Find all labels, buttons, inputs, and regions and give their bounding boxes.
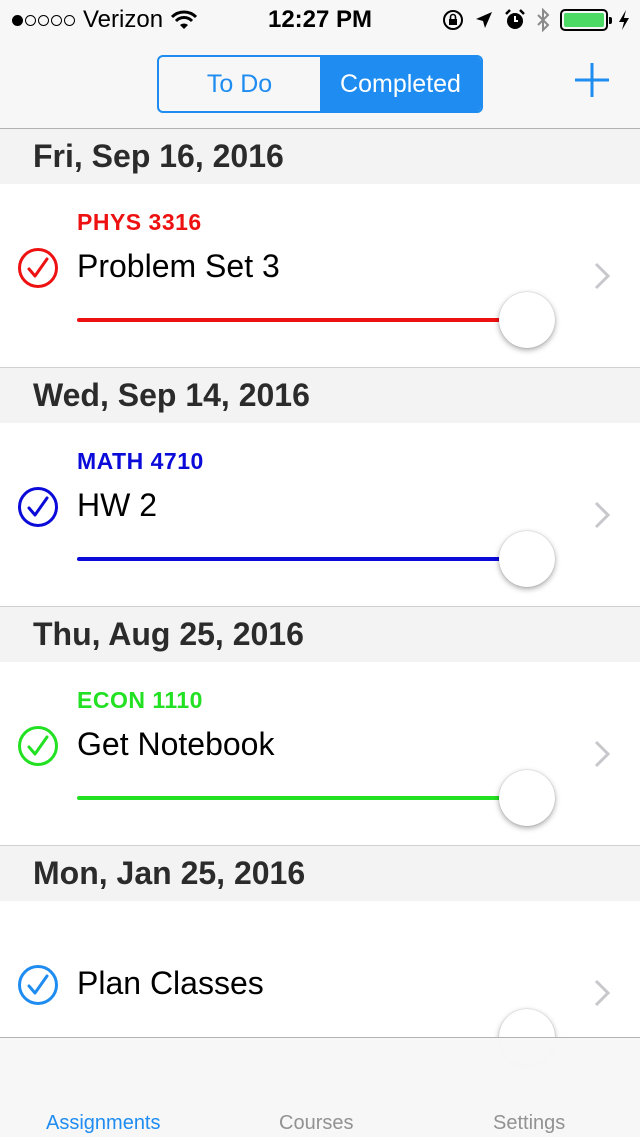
course-label: MATH 4710 bbox=[77, 448, 204, 474]
bluetooth-icon bbox=[537, 8, 550, 32]
tab-settings[interactable]: Settings bbox=[493, 1112, 565, 1135]
chevron-right-icon bbox=[594, 501, 610, 529]
course-label: PHYS 3316 bbox=[77, 209, 202, 235]
section-header-date: Mon, Jan 25, 2016 bbox=[0, 846, 640, 901]
section-header-date: Thu, Aug 25, 2016 bbox=[0, 607, 640, 662]
section-header-date: Fri, Sep 16, 2016 bbox=[0, 129, 640, 184]
assignment-list[interactable]: Fri, Sep 16, 2016 PHYS 3316 Problem Set … bbox=[0, 129, 640, 1085]
completed-check-icon[interactable] bbox=[17, 486, 59, 528]
progress-slider-thumb[interactable] bbox=[499, 770, 555, 826]
progress-slider-track bbox=[77, 318, 527, 322]
navigation-bar: To Do Completed bbox=[0, 40, 640, 129]
status-right bbox=[442, 6, 630, 34]
chevron-right-icon bbox=[594, 979, 610, 1007]
tab-bar: Assignments Courses Settings bbox=[0, 1037, 640, 1137]
assignment-row[interactable]: ECON 1110 Get Notebook bbox=[0, 662, 640, 846]
assignment-title: Problem Set 3 bbox=[77, 248, 280, 284]
segment-completed[interactable]: Completed bbox=[320, 57, 481, 111]
battery-level bbox=[564, 13, 604, 27]
battery-icon bbox=[560, 9, 612, 31]
progress-slider-thumb[interactable] bbox=[499, 531, 555, 587]
charging-bolt-icon bbox=[619, 10, 629, 30]
progress-slider-thumb[interactable] bbox=[499, 292, 555, 348]
tab-assignments[interactable]: Assignments bbox=[46, 1112, 161, 1135]
plus-icon bbox=[575, 63, 609, 97]
progress-slider-fill bbox=[77, 796, 527, 800]
orientation-lock-icon bbox=[443, 10, 463, 30]
todo-completed-segmented-control: To Do Completed bbox=[157, 55, 483, 113]
progress-slider-track bbox=[77, 557, 527, 561]
completed-check-icon[interactable] bbox=[17, 964, 59, 1006]
location-arrow-icon bbox=[476, 12, 492, 28]
alarm-icon bbox=[505, 9, 525, 29]
assignment-row[interactable]: PHYS 3316 Problem Set 3 bbox=[0, 184, 640, 368]
assignment-title: Plan Classes bbox=[77, 965, 264, 1001]
assignment-row[interactable]: MATH 4710 HW 2 bbox=[0, 423, 640, 607]
tab-courses[interactable]: Courses bbox=[279, 1112, 353, 1135]
completed-check-icon[interactable] bbox=[17, 247, 59, 289]
completed-check-icon[interactable] bbox=[17, 725, 59, 767]
progress-slider-track bbox=[77, 796, 527, 800]
add-assignment-button[interactable] bbox=[574, 62, 610, 98]
progress-slider-fill bbox=[77, 318, 527, 322]
progress-slider-fill bbox=[77, 557, 527, 561]
chevron-right-icon bbox=[594, 740, 610, 768]
course-label: ECON 1110 bbox=[77, 687, 203, 713]
section-header-date: Wed, Sep 14, 2016 bbox=[0, 368, 640, 423]
chevron-right-icon bbox=[594, 262, 610, 290]
assignment-title: HW 2 bbox=[77, 487, 157, 523]
status-bar: Verizon 12:27 PM bbox=[0, 0, 640, 40]
segment-to-do[interactable]: To Do bbox=[159, 57, 320, 111]
assignment-title: Get Notebook bbox=[77, 726, 275, 762]
